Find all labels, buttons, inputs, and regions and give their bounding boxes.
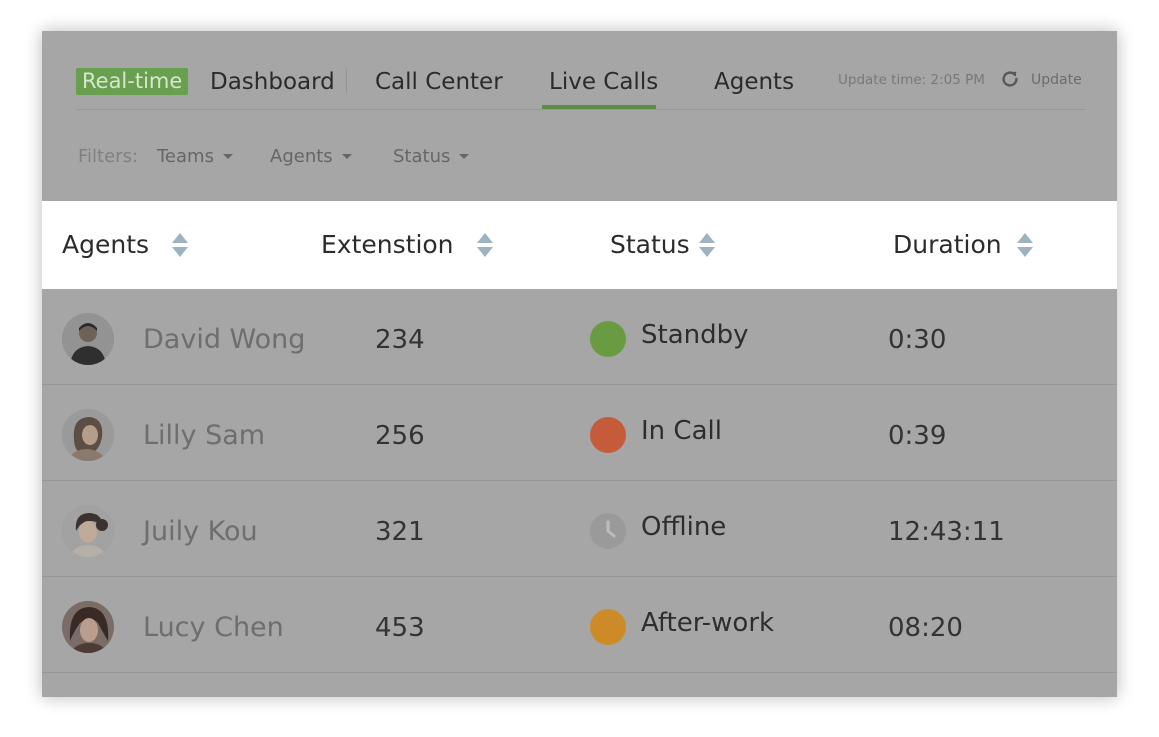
call-duration: 08:20 xyxy=(888,613,963,643)
agent-status: Offline xyxy=(641,512,727,542)
agent-status: Standby xyxy=(641,320,749,350)
live-calls-panel: Real-time Dashboard Call Center Live Cal… xyxy=(42,31,1117,697)
header-duration[interactable]: Duration xyxy=(893,230,1002,260)
status-dot-icon xyxy=(590,417,626,453)
update-time: Update time: 2:05 PM xyxy=(838,72,985,88)
female-agent-avatar xyxy=(62,409,114,461)
filter-teams-dropdown[interactable]: Teams xyxy=(157,145,233,169)
table-row[interactable]: David Wong 234 Standby 0:30 xyxy=(42,289,1117,385)
agent-name: Juily Kou xyxy=(143,516,258,547)
top-navigation: Real-time Dashboard Call Center Live Cal… xyxy=(42,31,1117,111)
realtime-badge: Real-time xyxy=(76,68,189,95)
header-status[interactable]: Status xyxy=(610,230,690,260)
agent-name: Lucy Chen xyxy=(143,612,284,643)
table-row[interactable]: Lilly Sam 256 In Call 0:39 xyxy=(42,385,1117,481)
header-extension[interactable]: Extenstion xyxy=(321,230,454,260)
clock-icon xyxy=(590,513,626,549)
refresh-icon[interactable] xyxy=(999,68,1021,90)
call-duration: 0:30 xyxy=(888,325,947,355)
filter-label: Agents xyxy=(270,146,333,167)
call-duration: 12:43:11 xyxy=(888,517,1005,547)
sort-icon[interactable] xyxy=(698,232,716,258)
update-button[interactable]: Update xyxy=(1031,71,1082,89)
table-header: Agents Extenstion Status Duration xyxy=(42,201,1117,289)
tab-call-center[interactable]: Call Center xyxy=(375,67,503,97)
filter-status-dropdown[interactable]: Status xyxy=(393,145,470,169)
agent-name: Lilly Sam xyxy=(143,420,266,451)
sort-icon[interactable] xyxy=(1016,232,1034,258)
filters-label: Filters: xyxy=(78,146,139,167)
agent-name: David Wong xyxy=(143,324,306,355)
filter-label: Teams xyxy=(157,146,214,167)
sort-icon[interactable] xyxy=(171,232,189,258)
agent-status: In Call xyxy=(641,416,722,446)
caret-down-icon xyxy=(222,154,233,159)
female-agent-avatar xyxy=(62,505,114,557)
male-agent-avatar xyxy=(62,313,114,365)
caret-down-icon xyxy=(459,154,470,159)
table-row[interactable]: Lucy Chen 453 After-work 08:20 xyxy=(42,577,1117,673)
nav-divider xyxy=(346,69,347,93)
status-dot-icon xyxy=(590,321,626,357)
call-duration: 0:39 xyxy=(888,421,947,451)
table-row[interactable]: Juily Kou 321 Offline 12:43:11 xyxy=(42,481,1117,577)
female-agent-avatar xyxy=(62,601,114,653)
agent-extension: 234 xyxy=(375,325,425,355)
tab-live-calls[interactable]: Live Calls xyxy=(549,67,658,97)
caret-down-icon xyxy=(341,154,352,159)
sort-icon[interactable] xyxy=(476,232,494,258)
nav-dashboard[interactable]: Dashboard xyxy=(210,67,335,97)
status-dot-icon xyxy=(590,609,626,645)
tab-agents[interactable]: Agents xyxy=(714,67,794,97)
agent-status: After-work xyxy=(641,608,775,638)
agent-extension: 256 xyxy=(375,421,425,451)
agent-extension: 453 xyxy=(375,613,425,643)
agent-extension: 321 xyxy=(375,517,425,547)
filter-label: Status xyxy=(393,146,451,167)
nav-divider-line xyxy=(76,109,1086,110)
header-agents[interactable]: Agents xyxy=(62,230,149,260)
filter-agents-dropdown[interactable]: Agents xyxy=(270,145,352,169)
